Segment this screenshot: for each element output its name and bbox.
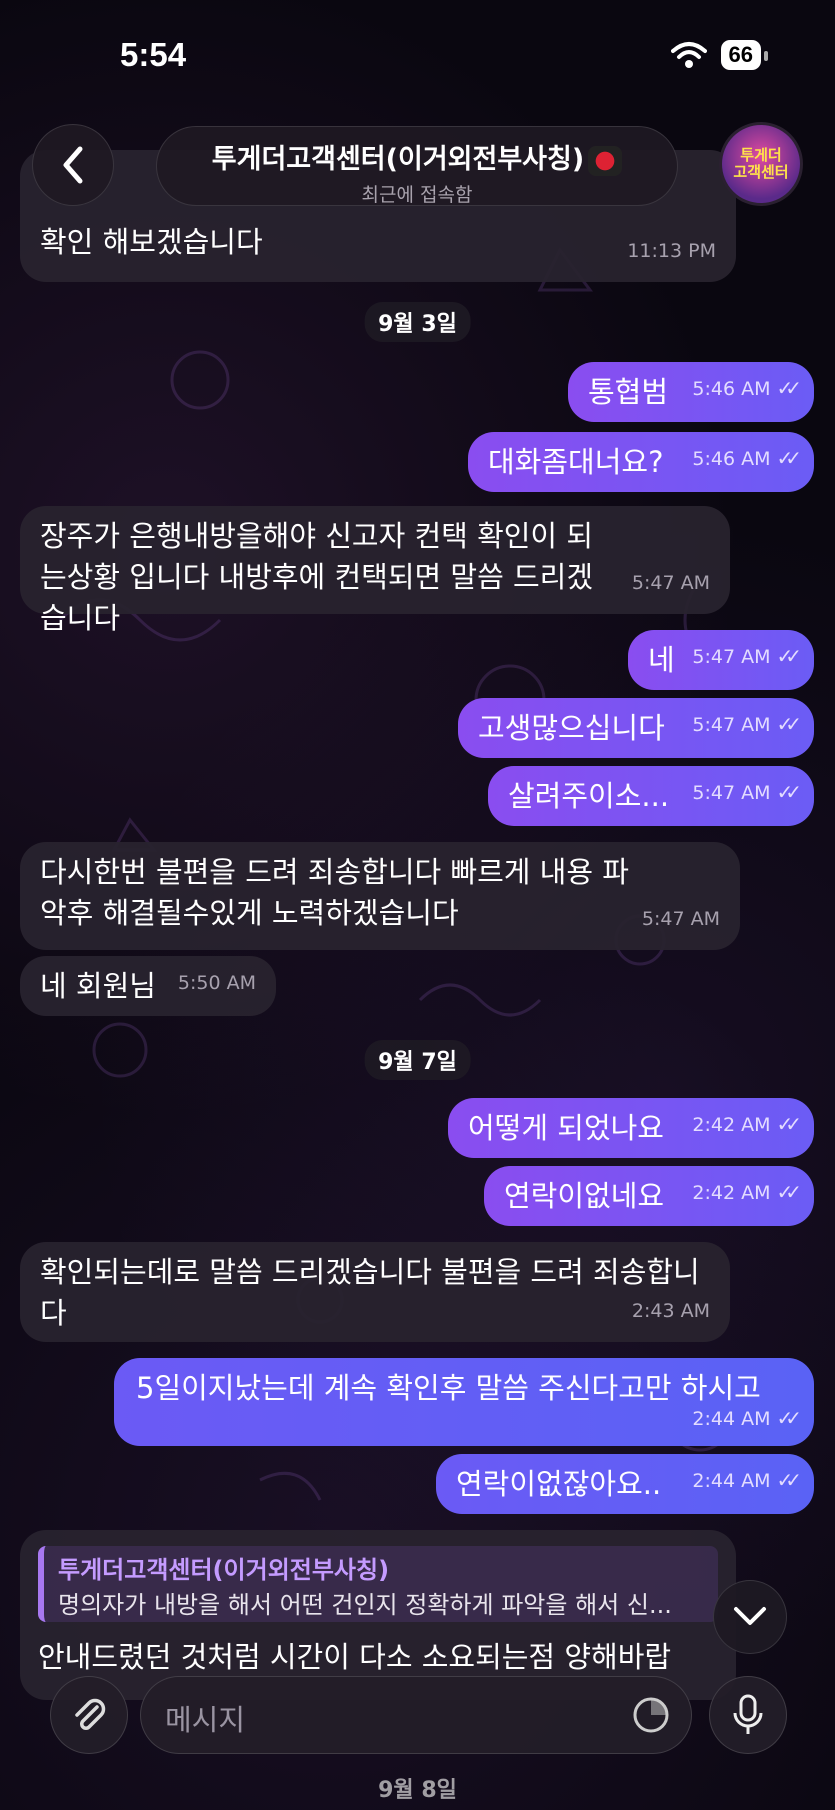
scroll-to-bottom-button[interactable] (713, 1580, 787, 1654)
message-time: 11:13 PM (627, 240, 716, 262)
message-text: 살려주이소... (508, 779, 670, 813)
message-time: 5:47 AM (631, 572, 710, 594)
message-outgoing[interactable]: 대화좀대너요? 5:46 AM ✓✓ (468, 432, 814, 492)
message-incoming[interactable]: 확인되는데로 말씀 드리겠습니다 불편을 드려 죄송합니다 2:43 AM (20, 1242, 730, 1342)
avatar-label: 투게더 고객센터 (733, 146, 789, 181)
message-text: 연락이없잖아요.. (456, 1467, 662, 1501)
wifi-icon (670, 42, 707, 68)
chevron-down-icon (734, 1607, 766, 1625)
message-text: 통협범 (588, 375, 669, 409)
read-check-icon: ✓✓ (776, 376, 801, 400)
reply-quote[interactable]: 투게더고객센터(이거외전부사칭) 명의자가 내방을 해서 어떤 건인지 정확하게… (38, 1546, 718, 1622)
date-separator: 9월 8일 (378, 1778, 457, 1803)
message-text: 네 (648, 643, 675, 677)
message-incoming[interactable]: 네 회원님 5:50 AM (20, 956, 276, 1016)
microphone-icon (733, 1694, 763, 1734)
read-check-icon: ✓✓ (776, 1112, 801, 1136)
status-icons: 66 (670, 40, 769, 70)
message-time: 5:50 AM (177, 972, 256, 994)
attach-button[interactable] (50, 1676, 128, 1754)
avatar[interactable]: 투게더 고객센터 (719, 122, 803, 206)
message-input[interactable]: 메시지 (140, 1676, 692, 1754)
message-text: 안내드렸던 것처럼 시간이 다소 소요되는점 양해바랍 (38, 1640, 672, 1674)
message-time: 2:44 AM (692, 1408, 771, 1430)
reply-snippet: 명의자가 내방을 해서 어떤 건인지 정확하게 파악을 해서 신... (58, 1591, 672, 1619)
message-time: 2:44 AM (692, 1470, 771, 1492)
message-outgoing[interactable]: 살려주이소... 5:47 AM ✓✓ (488, 766, 814, 826)
message-text: 확인되는데로 말씀 드리겠습니다 불편을 드려 죄송합니다 (40, 1255, 700, 1330)
status-bar: 5:54 66 (0, 0, 835, 110)
composer: 메시지 (0, 1676, 835, 1756)
message-time: 5:46 AM (692, 448, 771, 470)
date-separator: 9월 3일 (364, 302, 471, 342)
message-time: 5:46 AM (692, 378, 771, 400)
message-text: 고생많으십니다 (478, 711, 665, 745)
last-seen-status: 최근에 접속함 (361, 184, 473, 206)
read-check-icon: ✓✓ (776, 1180, 801, 1204)
message-text: 다시한번 불편을 드려 죄송합니다 빠르게 내용 파악후 해결될수있게 노력하겠… (40, 855, 629, 930)
reply-author: 투게더고객센터(이거외전부사칭) (58, 1556, 390, 1584)
date-separator: 9월 7일 (364, 1040, 471, 1080)
message-time: 2:42 AM (692, 1182, 771, 1204)
message-text: 장주가 은행내방을해야 신고자 컨택 확인이 되는상황 입니다 내방후에 컨택되… (40, 519, 594, 635)
sticker-icon[interactable] (631, 1695, 671, 1735)
message-text: 네 회원님 (40, 969, 156, 1003)
chat-header: 투게더고객센터(이거외전부사칭) 최근에 접속함 투게더 고객센터 (0, 120, 835, 220)
message-incoming[interactable]: 장주가 은행내방을해야 신고자 컨택 확인이 되는상황 입니다 내방후에 컨택되… (20, 506, 730, 635)
message-outgoing[interactable]: 연락이없네요 2:42 AM ✓✓ (484, 1166, 814, 1226)
message-text: 연락이없네요 (504, 1179, 665, 1213)
message-outgoing[interactable]: 어떻게 되었나요 2:42 AM ✓✓ (448, 1098, 814, 1158)
message-outgoing[interactable]: 연락이없잖아요.. 2:44 AM ✓✓ (436, 1454, 814, 1514)
message-outgoing[interactable]: 네 5:47 AM ✓✓ (628, 630, 814, 690)
message-text: 어떻게 되었나요 (468, 1111, 664, 1145)
message-time: 5:47 AM (641, 908, 720, 930)
emoji-badge-icon (588, 145, 623, 176)
message-time: 2:42 AM (692, 1114, 771, 1136)
message-time: 5:47 AM (692, 714, 771, 736)
message-time: 5:47 AM (692, 646, 771, 668)
status-time: 5:54 (120, 36, 187, 73)
read-check-icon: ✓✓ (776, 1468, 801, 1492)
read-check-icon: ✓✓ (776, 712, 801, 736)
message-outgoing[interactable]: 5일이지났는데 계속 확인후 말씀 주신다고만 하시고 2:44 AM ✓✓ (114, 1358, 814, 1446)
message-list[interactable]: 확인 해보겠습니다 11:13 PM 9월 3일 통협범 5:46 AM ✓✓ 대… (0, 0, 835, 1810)
message-text: 대화좀대너요? (488, 445, 664, 479)
read-check-icon: ✓✓ (776, 644, 801, 668)
read-check-icon: ✓✓ (776, 1406, 801, 1430)
paperclip-icon (75, 1698, 106, 1730)
read-check-icon: ✓✓ (776, 780, 801, 804)
read-check-icon: ✓✓ (776, 446, 801, 470)
voice-record-button[interactable] (709, 1676, 787, 1754)
battery-indicator: 66 (720, 40, 769, 70)
chat-name: 투게더고객센터(이거외전부사칭) (211, 144, 585, 175)
chevron-left-icon (63, 146, 83, 184)
message-outgoing[interactable]: 통협범 5:46 AM ✓✓ (568, 362, 814, 422)
chat-title[interactable]: 투게더고객센터(이거외전부사칭) 최근에 접속함 (156, 126, 678, 206)
message-time: 5:47 AM (692, 782, 771, 804)
message-text: 5일이지났는데 계속 확인후 말씀 주신다고만 하시고 (136, 1371, 761, 1405)
message-incoming-reply[interactable]: 투게더고객센터(이거외전부사칭) 명의자가 내방을 해서 어떤 건인지 정확하게… (20, 1530, 736, 1700)
message-placeholder: 메시지 (165, 1703, 246, 1737)
message-outgoing[interactable]: 고생많으십니다 5:47 AM ✓✓ (458, 698, 814, 758)
back-button[interactable] (32, 124, 114, 206)
message-time: 2:43 AM (631, 1300, 710, 1322)
message-incoming[interactable]: 다시한번 불편을 드려 죄송합니다 빠르게 내용 파악후 해결될수있게 노력하겠… (20, 842, 740, 950)
message-text: 확인 해보겠습니다 (40, 225, 263, 259)
